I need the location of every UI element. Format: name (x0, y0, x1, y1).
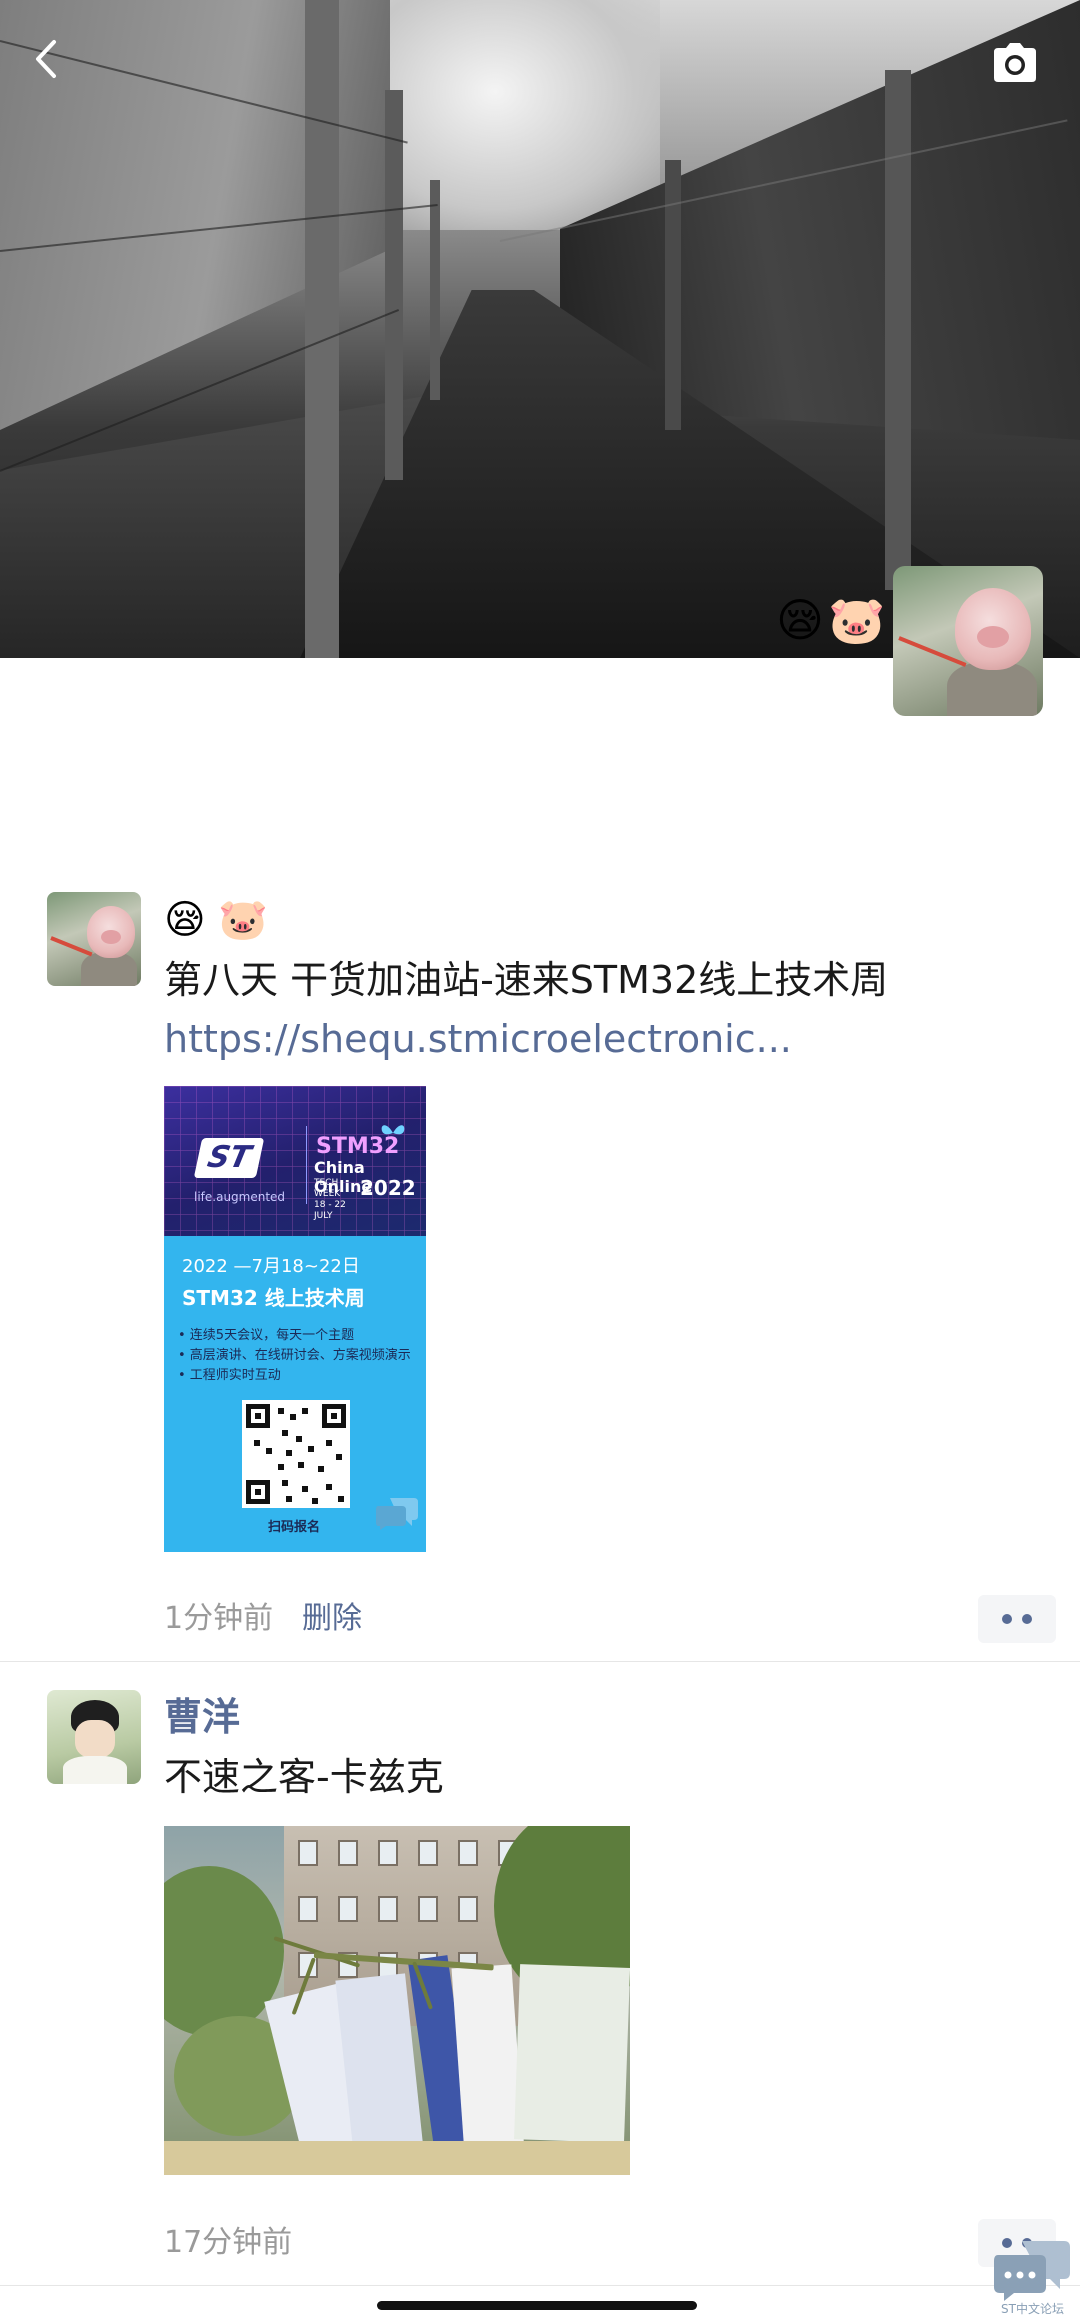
more-actions-button[interactable] (978, 1595, 1056, 1643)
post-emoji-pig: 🐷 (218, 897, 268, 943)
dot-icon (1022, 1614, 1032, 1624)
cover-fence-pole (665, 160, 681, 430)
post-link[interactable]: https://shequ.stmicroelectronic... (164, 1014, 792, 1064)
post-timestamp: 17分钟前 (164, 2225, 293, 2260)
poster-week: TECH WEEK 18 - 22 JULY (314, 1178, 358, 1222)
poster-week-label: TECH WEEK (314, 1178, 341, 1199)
cover-fence-pole (385, 90, 403, 480)
post-author[interactable]: 曹洋 (164, 1692, 240, 1742)
post-avatar[interactable] (47, 1690, 141, 1784)
photo-window (338, 1840, 358, 1866)
poster-year: 2022 (360, 1176, 416, 1200)
st-logo-icon: ST (193, 1138, 265, 1178)
photo-notebook (514, 1964, 630, 2143)
post-avatar[interactable] (47, 892, 141, 986)
cover-fence-pole (430, 180, 440, 400)
cover-fence-pole (885, 70, 911, 590)
qr-module (278, 1464, 284, 1470)
post-divider (0, 2285, 1080, 2286)
qr-module (336, 1454, 342, 1460)
photo-window (378, 1896, 398, 1922)
qr-module (312, 1498, 318, 1504)
poster-bullet: • 工程师实时互动 (178, 1368, 281, 1383)
qr-module (302, 1486, 308, 1492)
post-emoji-sleepy: 😪 (164, 897, 206, 943)
delete-button[interactable]: 删除 (302, 1599, 362, 1639)
post-divider (0, 1661, 1080, 1662)
avatar-shirt (63, 1756, 127, 1784)
photo-window (418, 1840, 438, 1866)
qr-module (282, 1480, 288, 1486)
post-photo[interactable] (164, 1826, 630, 2175)
poster-divider (306, 1126, 307, 1204)
st-logo-text: ST (204, 1140, 254, 1175)
qr-module (326, 1484, 332, 1490)
qr-finder (246, 1404, 270, 1428)
qr-module (296, 1436, 302, 1442)
qr-module (302, 1408, 308, 1414)
butterfly-icon (381, 1125, 405, 1135)
cover-emoji-sleepy: 😪 (776, 593, 824, 647)
qr-module (298, 1462, 304, 1468)
post-poster-image[interactable]: ST life.augmented STM32 China Online TEC… (164, 1086, 426, 1552)
home-indicator[interactable] (377, 2301, 697, 2310)
qr-module (286, 1496, 292, 1502)
poster-bullet: • 高层演讲、在线研讨会、方案视频演示 (178, 1348, 411, 1363)
photo-window (378, 1840, 398, 1866)
post-timestamp: 1分钟前 (164, 1601, 274, 1636)
qr-module (278, 1408, 284, 1414)
poster-bullet: • 连续5天会议，每天一个主题 (178, 1328, 355, 1343)
qr-module (282, 1430, 288, 1436)
qr-code (242, 1400, 350, 1508)
poster-tagline: life.augmented (194, 1190, 286, 1204)
watermark-text: ST中文论坛 (1001, 2302, 1064, 2316)
poster-title: STM32 线上技术周 (182, 1286, 365, 1310)
qr-module (266, 1448, 272, 1454)
qr-module (338, 1496, 344, 1502)
avatar-pig-snout (101, 930, 121, 944)
post-text: 第八天 干货加油站-速来STM32线上技术周 (164, 958, 889, 1002)
cover-fence-pole (305, 0, 339, 658)
photo-window (298, 1896, 318, 1922)
avatar-pig-body (947, 662, 1037, 716)
qr-module (326, 1440, 332, 1446)
qr-module (318, 1466, 324, 1472)
avatar-pig-snout (977, 626, 1009, 648)
qr-finder (246, 1480, 270, 1504)
profile-avatar[interactable] (893, 566, 1043, 716)
cover-photo[interactable] (0, 0, 1080, 658)
poster-week-dates: 18 - 22 JULY (314, 1200, 346, 1221)
photo-window (338, 1896, 358, 1922)
back-arrow-icon[interactable] (24, 36, 70, 82)
avatar-leash (50, 936, 93, 957)
photo-notebook (451, 1964, 524, 2149)
photo-window (418, 1896, 438, 1922)
post-text: 不速之客-卡兹克 (164, 1755, 444, 1799)
qr-module (308, 1446, 314, 1452)
photo-window-sill (164, 2141, 630, 2175)
poster-scan-label: 扫码报名 (268, 1520, 321, 1535)
camera-icon[interactable] (990, 40, 1040, 84)
chat-bubble-icon (376, 1498, 418, 1530)
photo-window (458, 1840, 478, 1866)
dot-icon (1002, 1614, 1012, 1624)
qr-module (254, 1440, 260, 1446)
poster-date: 2022 —7月18~22日 (182, 1256, 360, 1277)
qr-module (286, 1450, 292, 1456)
avatar-face (75, 1720, 115, 1758)
photo-window (458, 1896, 478, 1922)
cover-emoji-pig: 🐷 (828, 593, 886, 647)
qr-finder (322, 1404, 346, 1428)
qr-module (290, 1414, 296, 1420)
photo-window (298, 1840, 318, 1866)
